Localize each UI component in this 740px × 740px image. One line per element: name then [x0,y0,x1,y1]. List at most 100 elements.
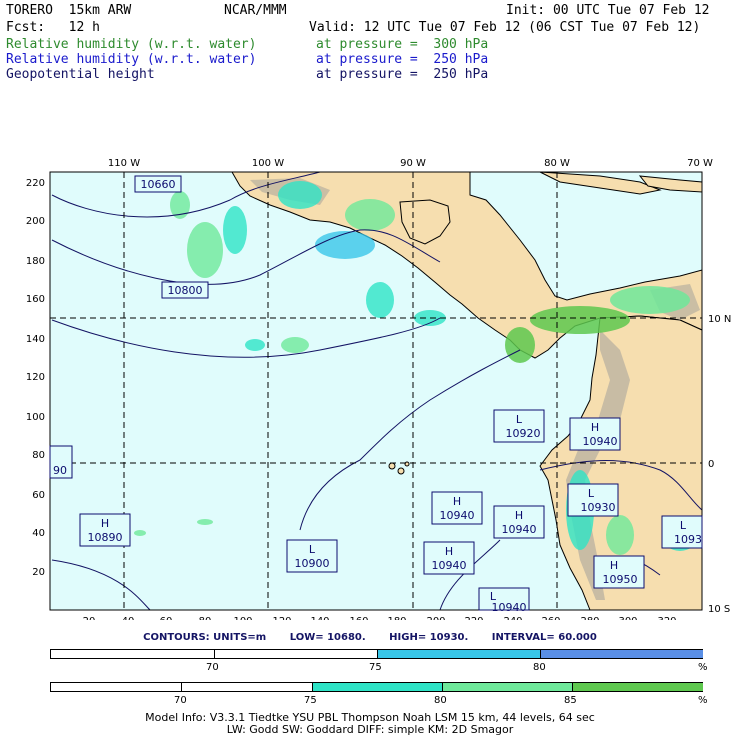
svg-text:10930: 10930 [581,501,616,514]
lon-label: 90 W [400,158,426,169]
colorbar-rh300 [50,682,703,692]
svg-text:H: H [101,517,109,530]
contour-label: 10660 [134,175,182,193]
low-center: L 10940 [478,587,530,614]
svg-text:10940: 10940 [492,601,527,614]
svg-text:10940: 10940 [583,435,618,448]
colorbar-segment [442,683,573,691]
colorbar-tick: 70 [206,662,219,673]
svg-text:10800: 10800 [168,284,203,297]
y-ticks: 220 200 180 160 140 120 100 80 60 40 20 [26,178,45,578]
field-height-name: Geopotential height [6,67,155,82]
field-height-level: at pressure = 250 hPa [316,67,489,82]
org-label: NCAR/MMM [224,3,287,18]
svg-text:280: 280 [580,616,599,620]
colorbar-segment [181,683,313,691]
low-center: L 10930 [567,483,619,517]
contour-label: 90 [49,445,73,479]
field-rh300-name: Relative humidity (w.r.t. water) [6,37,257,52]
svg-text:220: 220 [464,616,483,620]
svg-text:60: 60 [32,490,45,501]
svg-text:L: L [680,519,687,532]
weather-map: 110 W 100 W 90 W 80 W 70 W 10 N 0 10 S 2… [26,158,731,620]
svg-text:240: 240 [503,616,522,620]
svg-text:160: 160 [349,616,368,620]
colorbar-tick: 80 [533,662,546,673]
lon-label: 100 W [252,158,284,169]
high-center: H 10940 [569,417,621,451]
svg-text:180: 180 [26,256,45,267]
svg-text:L: L [516,413,523,426]
svg-text:160: 160 [26,294,45,305]
contour-label: 10800 [161,281,209,299]
colorbar-segment [377,650,541,658]
svg-text:1093: 1093 [674,533,702,546]
svg-text:80: 80 [32,450,45,461]
svg-text:100: 100 [233,616,252,620]
model-info-line2: LW: Godd SW: Goddard DIFF: simple KM: 2D… [226,723,514,736]
colorbar-unit: % [698,695,708,706]
svg-text:H: H [453,495,461,508]
galapagos-island [397,467,405,475]
colorbar-segment [51,683,181,691]
low-center: L 1093 [661,515,703,549]
svg-text:200: 200 [426,616,445,620]
colorbar-rh250 [50,649,703,659]
svg-text:10940: 10940 [440,509,475,522]
colorbar-unit: % [698,662,708,673]
galapagos-island [388,462,396,470]
svg-text:220: 220 [26,178,45,189]
contour-units: CONTOURS: UNITS=m [143,632,267,643]
svg-text:60: 60 [160,616,173,620]
colorbar-tick: 75 [304,695,317,706]
colorbar-segment [540,650,703,658]
high-center: H 10940 [423,541,475,575]
field-rh250-level: at pressure = 250 hPa [316,52,489,67]
contour-info: CONTOURS: UNITS=m LOW= 10680. HIGH= 1093… [0,632,740,643]
colorbar-segment [51,650,214,658]
lat-label: 0 [708,459,714,470]
lon-label: 80 W [544,158,570,169]
svg-text:H: H [591,421,599,434]
high-center: H 10940 [431,491,483,525]
svg-text:80: 80 [199,616,212,620]
svg-text:H: H [445,545,453,558]
svg-text:200: 200 [26,216,45,227]
valid-time: Valid: 12 UTC Tue 07 Feb 12 (06 CST Tue … [309,20,701,35]
lon-label: 70 W [687,158,713,169]
svg-text:10900: 10900 [295,557,330,570]
svg-text:40: 40 [122,616,135,620]
colorbar-segment [214,650,378,658]
colorbar-tick: 70 [174,695,187,706]
svg-text:120: 120 [272,616,291,620]
colorbar-tick: 75 [369,662,382,673]
svg-text:L: L [588,487,595,500]
svg-text:90: 90 [53,464,67,477]
contour-low: LOW= 10680. [289,632,366,643]
svg-text:320: 320 [657,616,676,620]
low-center: L 10920 [493,409,545,443]
svg-text:10950: 10950 [603,573,638,586]
svg-text:260: 260 [541,616,560,620]
high-center: H 10890 [79,513,131,547]
svg-text:L: L [309,543,316,556]
svg-text:H: H [515,509,523,522]
svg-text:180: 180 [387,616,406,620]
lon-label: 110 W [108,158,140,169]
model-title: TORERO 15km ARW [6,3,132,18]
svg-text:10660: 10660 [141,178,176,191]
colorbar-tick: 85 [564,695,577,706]
init-time: Init: 00 UTC Tue 07 Feb 12 [506,3,710,18]
lat-label: 10 N [708,314,731,325]
svg-text:300: 300 [618,616,637,620]
svg-text:140: 140 [26,334,45,345]
x-ticks: 20 40 60 80 100 120 140 160 180 200 220 … [83,616,677,620]
lat-label: 10 S [708,604,730,615]
field-rh300-level: at pressure = 300 hPa [316,37,489,52]
svg-text:10940: 10940 [502,523,537,536]
colorbar-tick: 80 [434,695,447,706]
svg-text:20: 20 [32,567,45,578]
colorbar-segment [572,683,703,691]
contour-high: HIGH= 10930. [389,632,469,643]
svg-text:10890: 10890 [88,531,123,544]
